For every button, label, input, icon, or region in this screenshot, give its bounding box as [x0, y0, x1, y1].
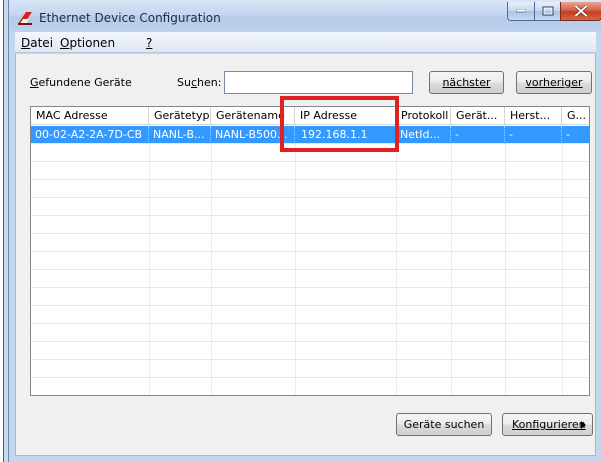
window-title: Ethernet Device Configuration: [39, 11, 221, 25]
configure-button[interactable]: Konfigurieren: [502, 413, 593, 436]
app-window: Ethernet Device Configuration Datei Opti…: [8, 0, 601, 462]
column-header-device[interactable]: Gerät...: [451, 107, 505, 125]
app-icon: [18, 12, 32, 25]
minimize-icon: [516, 9, 526, 13]
empty-row: [31, 342, 589, 360]
menu-optionen[interactable]: Optionen: [60, 36, 115, 50]
background-window-edge: [0, 0, 8, 462]
minimize-button[interactable]: [507, 2, 535, 21]
empty-row: [31, 180, 589, 198]
menu-datei[interactable]: Datei: [21, 36, 53, 50]
empty-row: [31, 252, 589, 270]
maximize-button[interactable]: [534, 2, 561, 21]
empty-row: [31, 270, 589, 288]
empty-row: [31, 288, 589, 306]
triangle-right-icon: [581, 421, 586, 429]
column-header-mac[interactable]: MAC Adresse: [31, 107, 149, 125]
menu-bar: Datei Optionen ?: [15, 32, 596, 53]
column-header-protocol[interactable]: Protokoll: [396, 107, 451, 125]
column-header-type[interactable]: Gerätetyp: [149, 107, 211, 125]
menu-help[interactable]: ?: [146, 36, 152, 50]
title-bar[interactable]: Ethernet Device Configuration: [9, 0, 601, 32]
search-label: Suchen:: [177, 76, 222, 89]
empty-row: [31, 198, 589, 216]
column-header-g[interactable]: G...: [562, 107, 589, 125]
empty-row: [31, 378, 589, 395]
found-devices-label: Gefundene Geräte: [30, 76, 132, 89]
empty-row: [31, 324, 589, 342]
cell-mac: 00-02-A2-2A-7D-CB: [31, 126, 149, 144]
maximize-icon: [542, 6, 553, 16]
empty-row: [31, 306, 589, 324]
empty-row: [31, 360, 589, 378]
empty-row: [31, 162, 589, 180]
previous-button[interactable]: vorheriger: [516, 71, 592, 94]
close-button[interactable]: [560, 2, 601, 21]
column-header-manufacturer[interactable]: Herst...: [505, 107, 562, 125]
cell-protocol: NetId...: [396, 126, 451, 144]
window-bottom-edge: [15, 456, 596, 462]
cell-device: -: [451, 126, 505, 144]
search-devices-button[interactable]: Geräte suchen: [396, 413, 492, 436]
next-button[interactable]: nächster: [429, 71, 504, 94]
cell-g: -: [566, 128, 570, 141]
empty-row: [31, 234, 589, 252]
ip-address-highlight: [280, 96, 399, 152]
search-input[interactable]: [224, 71, 413, 94]
cell-type: NANL-B...: [149, 126, 211, 144]
cell-manufacturer: -: [505, 126, 562, 144]
close-icon: [575, 5, 587, 17]
empty-row: [31, 216, 589, 234]
